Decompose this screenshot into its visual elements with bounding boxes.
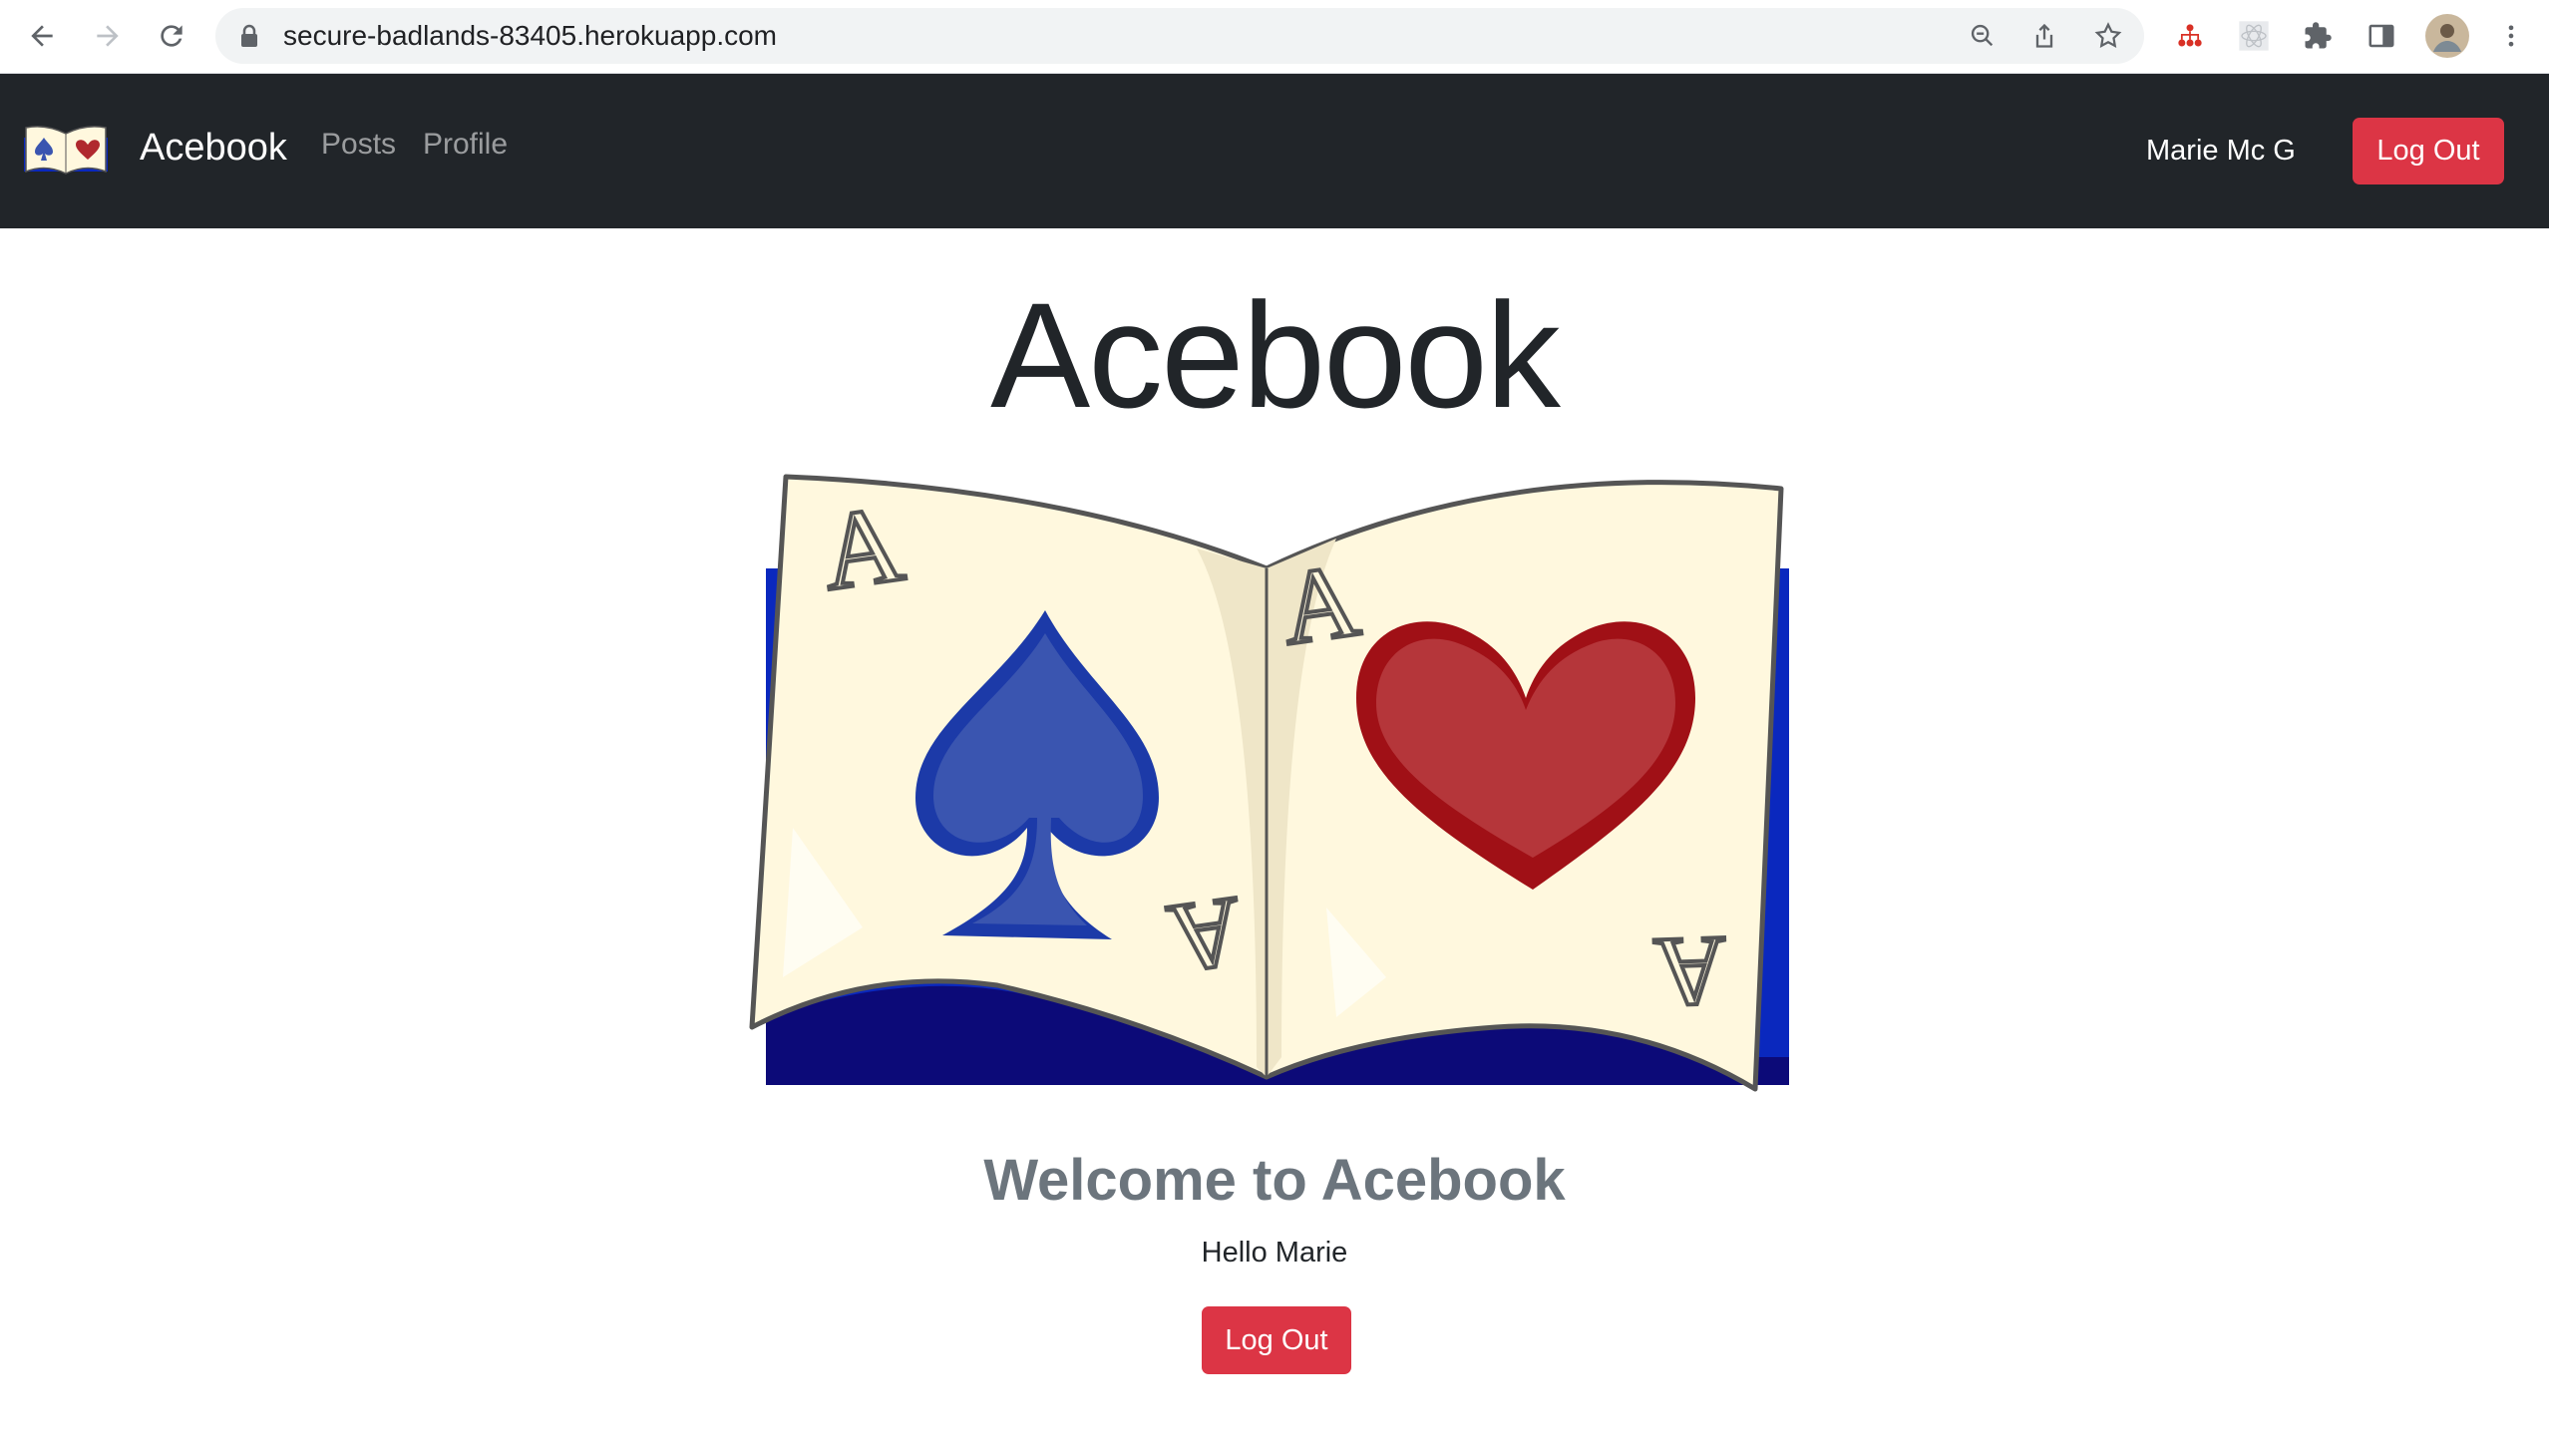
nav-username: Marie Mc G bbox=[2146, 135, 2296, 167]
brand-logo-icon[interactable] bbox=[22, 120, 110, 182]
back-button[interactable] bbox=[20, 14, 64, 58]
zoom-icon[interactable] bbox=[1967, 20, 1999, 52]
logout-button[interactable]: Log Out bbox=[1202, 1306, 1351, 1374]
greeting-text: Hello Marie bbox=[1201, 1237, 1348, 1269]
reload-icon bbox=[161, 25, 182, 47]
page-title: Acebook bbox=[990, 271, 1561, 439]
extension-tree-icon[interactable] bbox=[2170, 16, 2210, 56]
reload-button[interactable] bbox=[150, 14, 193, 58]
forward-button[interactable] bbox=[86, 14, 130, 58]
address-bar[interactable]: secure-badlands-83405.herokuapp.com bbox=[215, 8, 2144, 64]
url-text: secure-badlands-83405.herokuapp.com bbox=[283, 20, 777, 51]
browser-toolbar: secure-badlands-83405.herokuapp.com bbox=[0, 0, 2549, 74]
svg-text:A: A bbox=[1652, 915, 1728, 1028]
extensions-puzzle-icon[interactable] bbox=[2298, 16, 2338, 56]
nav-link-posts[interactable]: Posts bbox=[321, 120, 396, 170]
side-panel-icon[interactable] bbox=[2362, 16, 2401, 56]
welcome-heading: Welcome to Acebook bbox=[983, 1148, 1566, 1213]
menu-kebab-icon[interactable] bbox=[2491, 16, 2531, 56]
arrow-right-icon bbox=[97, 25, 119, 47]
extension-react-icon[interactable] bbox=[2234, 16, 2274, 56]
navbar-logout-button[interactable]: Log Out bbox=[2353, 118, 2504, 184]
svg-text:A: A bbox=[1162, 876, 1249, 995]
navbar-brand[interactable]: Acebook bbox=[140, 120, 287, 176]
share-icon[interactable] bbox=[2028, 20, 2060, 52]
nav-link-profile[interactable]: Profile bbox=[423, 120, 508, 170]
svg-text:A: A bbox=[815, 482, 910, 613]
acebook-book-illustration: A A A A bbox=[738, 459, 1805, 1102]
profile-avatar[interactable] bbox=[2423, 12, 2471, 60]
bookmark-star-icon[interactable] bbox=[2092, 20, 2124, 52]
arrow-left-icon bbox=[31, 25, 53, 47]
lock-icon bbox=[241, 24, 257, 47]
